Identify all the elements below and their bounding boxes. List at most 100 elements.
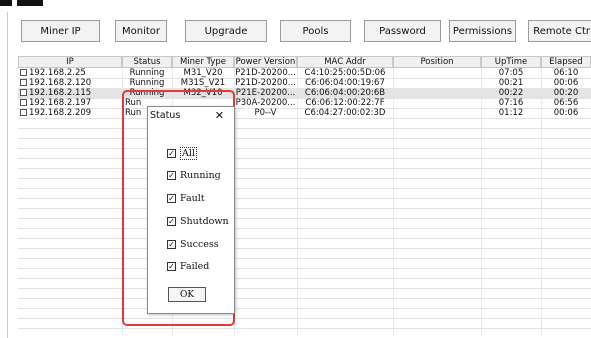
upgrade-button[interactable]: Upgrade [185,20,267,42]
option-label: Shutdown [180,215,229,227]
column-header-mac-addr[interactable]: MAC Addr [297,56,393,68]
row-line [18,138,591,139]
checkbox-checked-icon[interactable]: ✓ [167,193,176,203]
table-row[interactable]: 192.168.2.197 Run P30A-20200... C6:06:12… [18,98,591,108]
row-line [18,238,591,239]
cell-elapsed: 00:20 [553,88,579,98]
row-line [18,288,591,289]
cell-elapsed: 06:56 [553,98,579,108]
column-header-status[interactable]: Status [122,56,172,68]
cell-elapsed: 06:10 [553,68,579,78]
column-header-position[interactable]: Position [393,56,481,68]
close-icon[interactable]: ✕ [215,109,224,122]
cell-position [393,108,481,118]
cell-status: Running [129,78,165,88]
row-line [18,128,591,129]
cell-uptime: 07:05 [498,68,524,78]
cell-ip: 192.168.2.115 [29,88,92,98]
cell-uptime: 00:22 [498,88,524,98]
miner-ip-button[interactable]: Miner IP [21,20,100,42]
column-header-ip[interactable]: IP [18,56,122,68]
cell-power-version: P21D-20200... [235,78,296,88]
cell-mac-addr: C6:04:27:00:02:3D [304,108,386,118]
row-line [18,188,591,189]
row-checkbox[interactable] [20,89,27,96]
cell-status: Running [129,68,165,78]
cell-uptime: 00:21 [498,78,524,88]
cell-miner-type: M31S_V21 [180,78,226,88]
pools-button[interactable]: Pools [280,20,351,42]
row-checkbox[interactable] [20,109,27,116]
cell-elapsed: 00:06 [553,78,579,88]
row-line [18,118,591,119]
option-success[interactable]: ✓ Success [167,238,219,250]
row-line [18,218,591,219]
checkbox-checked-icon[interactable]: ✓ [167,148,176,158]
table-row[interactable]: 192.168.2.25 Running M31_V20 P21D-20200.… [18,68,591,78]
password-button[interactable]: Password [364,20,441,42]
row-line [18,258,591,259]
column-header-uptime[interactable]: UpTime [481,56,541,68]
clipped-text-fragment [17,0,43,6]
cell-ip: 192.168.2.120 [29,78,92,88]
row-line [18,328,591,329]
cell-uptime: 01:12 [498,108,524,118]
checkbox-checked-icon[interactable]: ✓ [167,261,176,271]
cell-mac-addr: C4:10:25:00:5D:06 [304,68,386,78]
clipped-text-fragment [0,0,12,6]
miner-table: IP Status Miner Type Power Version MAC A… [18,56,591,336]
status-filter-dialog: Status ✕ ✓ All ✓ Running ✓ Fault ✓ Shutd… [147,106,235,314]
remote-ctrl-button[interactable]: Remote Ctrl [528,20,591,42]
dialog-title: Status [150,110,181,121]
option-failed[interactable]: ✓ Failed [167,260,209,272]
option-all[interactable]: ✓ All [167,146,197,160]
checkbox-checked-icon[interactable]: ✓ [167,239,176,249]
cell-mac-addr: C6:06:04:00:20:6B [304,88,386,98]
option-fault[interactable]: ✓ Fault [167,192,205,204]
column-header-miner-type[interactable]: Miner Type [172,56,234,68]
option-label: Running [180,169,221,181]
cell-ip: 192.168.2.197 [29,98,92,108]
option-shutdown[interactable]: ✓ Shutdown [167,215,229,227]
checkbox-checked-icon[interactable]: ✓ [167,216,176,226]
toolbar: Miner IP Monitor Upgrade Pools Password … [0,12,591,46]
monitor-button[interactable]: Monitor [115,20,167,42]
cell-ip: 192.168.2.25 [29,68,86,78]
table-row[interactable]: 192.168.2.120 Running M31S_V21 P21D-2020… [18,78,591,88]
cell-position [393,98,481,108]
cell-uptime: 07:16 [498,98,524,108]
row-line [18,178,591,179]
table-row-selected[interactable]: 192.168.2.115 Running M32_V10 P21E-20200… [18,88,591,98]
table-row[interactable]: 192.168.2.209 Run P0--V C6:04:27:00:02:3… [18,108,591,118]
cell-elapsed: 00:06 [553,108,579,118]
ok-button[interactable]: OK [168,287,206,302]
cell-position [393,88,481,98]
cell-position [393,68,481,78]
row-line [18,228,591,229]
row-checkbox[interactable] [20,79,27,86]
checkbox-checked-icon[interactable]: ✓ [167,170,176,180]
row-line [18,158,591,159]
row-checkbox[interactable] [20,69,27,76]
column-header-power-version[interactable]: Power Version [234,56,297,68]
row-line [18,168,591,169]
row-checkbox[interactable] [20,99,27,106]
row-line [18,208,591,209]
option-running[interactable]: ✓ Running [167,169,221,181]
cell-power-version: P21D-20200... [235,68,296,78]
column-header-elapsed[interactable]: Elapsed [541,56,591,68]
option-label: Fault [180,192,205,204]
row-line [18,308,591,309]
panel-border [7,12,8,338]
row-line [18,248,591,249]
permissions-button[interactable]: Permissions [449,20,516,42]
row-line [18,148,591,149]
row-line [18,268,591,269]
cell-power-version: P21E-20200... [235,88,296,98]
cell-power-version: P0--V [254,108,277,118]
row-line [18,318,591,319]
option-label: Success [180,238,219,250]
cell-power-version: P30A-20200... [235,98,296,108]
cell-mac-addr: C6:06:04:00:19:67 [305,78,385,88]
row-line [18,278,591,279]
